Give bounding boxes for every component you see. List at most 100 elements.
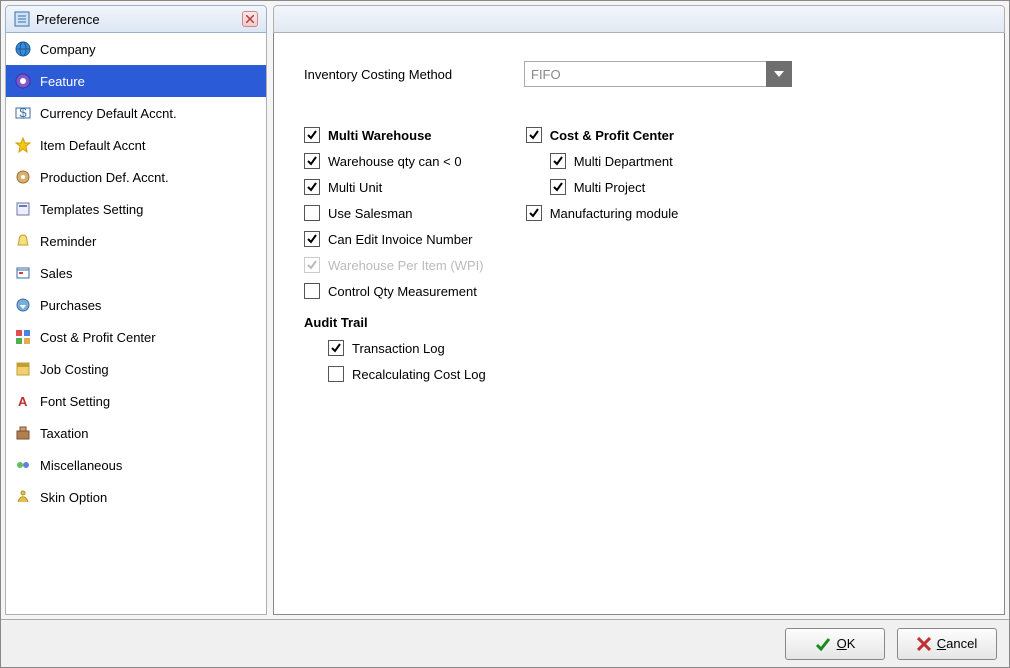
multi-project-checkbox[interactable] <box>550 179 566 195</box>
sidebar-item-label: Currency Default Accnt. <box>40 106 177 121</box>
audit-trail-heading: Audit Trail <box>304 315 486 330</box>
purchases-icon <box>14 296 32 314</box>
cancel-button[interactable]: Cancel <box>897 628 997 660</box>
main-panel: Inventory Costing Method Multi Warehouse <box>273 5 1005 615</box>
use-salesman-checkbox[interactable] <box>304 205 320 221</box>
sidebar-item-label: Sales <box>40 266 73 281</box>
sidebar-item-label: Production Def. Accnt. <box>40 170 169 185</box>
sidebar-item-label: Font Setting <box>40 394 110 409</box>
transaction-log-label: Transaction Log <box>352 341 445 356</box>
ctrl-qty-measurement-label: Control Qty Measurement <box>328 284 477 299</box>
sidebar-tab-header: Preference <box>5 5 267 33</box>
currency-icon: $ <box>14 104 32 122</box>
costing-method-dropdown-button[interactable] <box>766 61 792 87</box>
svg-text:A: A <box>18 394 28 409</box>
right-column: Cost & Profit Center Multi Department Mu… <box>526 127 679 382</box>
manufacturing-module-label: Manufacturing module <box>550 206 679 221</box>
main-content: Inventory Costing Method Multi Warehouse <box>273 33 1005 615</box>
can-edit-invoice-checkbox[interactable] <box>304 231 320 247</box>
wh-qty-neg-label: Warehouse qty can < 0 <box>328 154 462 169</box>
sidebar-item-reminder[interactable]: Reminder <box>6 225 266 257</box>
sidebar-item-feature[interactable]: Feature <box>6 65 266 97</box>
costing-method-input[interactable] <box>524 61 766 87</box>
sidebar-item-label: Company <box>40 42 96 57</box>
can-edit-invoice-label: Can Edit Invoice Number <box>328 232 473 247</box>
manufacturing-module-checkbox[interactable] <box>526 205 542 221</box>
cross-icon <box>917 637 931 651</box>
job-icon <box>14 360 32 378</box>
sidebar-item-font-setting[interactable]: A Font Setting <box>6 385 266 417</box>
close-tab-button[interactable] <box>242 11 258 27</box>
sidebar-item-job-costing[interactable]: Job Costing <box>6 353 266 385</box>
cost-profit-center-row[interactable]: Cost & Profit Center <box>526 127 679 143</box>
manufacturing-module-row[interactable]: Manufacturing module <box>526 205 679 221</box>
globe-icon <box>14 40 32 58</box>
preference-dialog: Preference Company Feature $ Currency Defau… <box>0 0 1010 668</box>
ctrl-qty-measurement-row[interactable]: Control Qty Measurement <box>304 283 486 299</box>
cancel-button-label: Cancel <box>937 636 977 651</box>
recalc-cost-log-checkbox[interactable] <box>328 366 344 382</box>
tax-icon <box>14 424 32 442</box>
preference-icon <box>14 11 30 27</box>
multi-unit-label: Multi Unit <box>328 180 382 195</box>
sidebar-tab-title: Preference <box>36 12 100 27</box>
wpi-row: Warehouse Per Item (WPI) <box>304 257 486 273</box>
use-salesman-label: Use Salesman <box>328 206 413 221</box>
sidebar-item-taxation[interactable]: Taxation <box>6 417 266 449</box>
cost-profit-center-checkbox[interactable] <box>526 127 542 143</box>
costing-method-row: Inventory Costing Method <box>304 61 974 87</box>
sidebar-item-currency-default-accnt[interactable]: $ Currency Default Accnt. <box>6 97 266 129</box>
sidebar-item-company[interactable]: Company <box>6 33 266 65</box>
sidebar-item-item-default-accnt[interactable]: Item Default Accnt <box>6 129 266 161</box>
multi-warehouse-label: Multi Warehouse <box>328 128 432 143</box>
sidebar-item-label: Job Costing <box>40 362 109 377</box>
ok-button[interactable]: OK <box>785 628 885 660</box>
multi-unit-checkbox[interactable] <box>304 179 320 195</box>
check-icon <box>815 637 831 651</box>
cost-profit-center-label: Cost & Profit Center <box>550 128 674 143</box>
grid-icon <box>14 328 32 346</box>
costing-method-select[interactable] <box>524 61 792 87</box>
template-icon <box>14 200 32 218</box>
sidebar-list: Company Feature $ Currency Default Accnt. It… <box>5 33 267 615</box>
sidebar-item-templates-setting[interactable]: Templates Setting <box>6 193 266 225</box>
sidebar-item-label: Feature <box>40 74 85 89</box>
transaction-log-checkbox[interactable] <box>328 340 344 356</box>
ok-button-label: OK <box>837 636 856 651</box>
sidebar-item-miscellaneous[interactable]: Miscellaneous <box>6 449 266 481</box>
transaction-log-row[interactable]: Transaction Log <box>304 340 486 356</box>
sidebar-item-skin-option[interactable]: Skin Option <box>6 481 266 513</box>
feature-columns: Multi Warehouse Warehouse qty can < 0 Mu… <box>304 127 974 382</box>
recalc-cost-log-row[interactable]: Recalculating Cost Log <box>304 366 486 382</box>
multi-project-row[interactable]: Multi Project <box>526 179 679 195</box>
multi-department-checkbox[interactable] <box>550 153 566 169</box>
sidebar-item-production-def-accnt[interactable]: Production Def. Accnt. <box>6 161 266 193</box>
multi-warehouse-row[interactable]: Multi Warehouse <box>304 127 486 143</box>
sidebar-item-label: Reminder <box>40 234 96 249</box>
sidebar-item-cost-profit-center[interactable]: Cost & Profit Center <box>6 321 266 353</box>
misc-icon <box>14 456 32 474</box>
ctrl-qty-measurement-checkbox[interactable] <box>304 283 320 299</box>
dialog-body: Preference Company Feature $ Currency Defau… <box>1 1 1009 619</box>
can-edit-invoice-row[interactable]: Can Edit Invoice Number <box>304 231 486 247</box>
sidebar-item-label: Cost & Profit Center <box>40 330 156 345</box>
sidebar-item-sales[interactable]: Sales <box>6 257 266 289</box>
sales-icon <box>14 264 32 282</box>
sidebar-item-label: Miscellaneous <box>40 458 122 473</box>
sidebar-item-label: Taxation <box>40 426 88 441</box>
sidebar-item-purchases[interactable]: Purchases <box>6 289 266 321</box>
multi-warehouse-checkbox[interactable] <box>304 127 320 143</box>
sidebar-item-label: Templates Setting <box>40 202 143 217</box>
wh-qty-neg-row[interactable]: Warehouse qty can < 0 <box>304 153 486 169</box>
reminder-icon <box>14 232 32 250</box>
multi-unit-row[interactable]: Multi Unit <box>304 179 486 195</box>
star-icon <box>14 136 32 154</box>
multi-project-label: Multi Project <box>574 180 646 195</box>
wpi-checkbox <box>304 257 320 273</box>
sidebar-item-label: Purchases <box>40 298 101 313</box>
wh-qty-neg-checkbox[interactable] <box>304 153 320 169</box>
feature-icon <box>14 72 32 90</box>
use-salesman-row[interactable]: Use Salesman <box>304 205 486 221</box>
costing-method-label: Inventory Costing Method <box>304 67 524 82</box>
multi-department-row[interactable]: Multi Department <box>526 153 679 169</box>
